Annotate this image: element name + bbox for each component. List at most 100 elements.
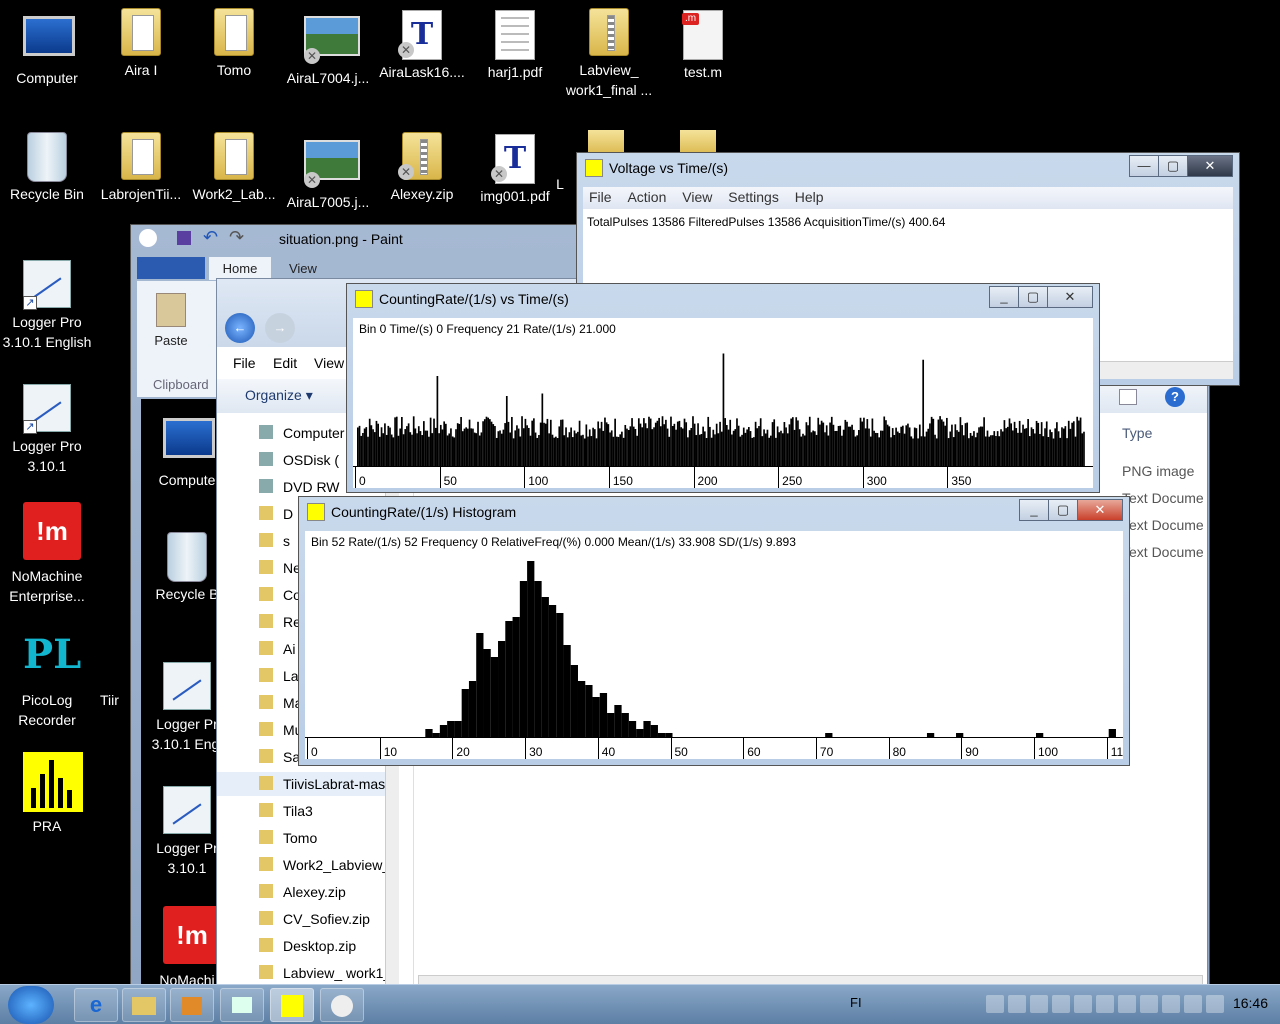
paste-button[interactable]: Paste (151, 293, 191, 348)
taskbar-app[interactable] (220, 988, 264, 1022)
menu-settings[interactable]: Settings (722, 187, 785, 207)
undo-icon[interactable]: ↶ (203, 227, 218, 248)
menu-view[interactable]: View (314, 355, 344, 371)
desktop-icon-work2-lab[interactable]: Work2_Lab... (189, 132, 279, 204)
rate-bar (817, 417, 820, 466)
desktop-icon-recycle-bin[interactable]: Recycle Bin (2, 132, 92, 204)
organize-button[interactable]: Organize ▾ (245, 387, 313, 404)
volume-muted-icon[interactable] (1206, 995, 1224, 1013)
menu-view[interactable]: View (676, 187, 718, 207)
column-header-type[interactable]: Type (1122, 425, 1152, 441)
desktop-icon-logger-pro[interactable]: ↗ Logger Pro 3.10.1 (2, 384, 92, 476)
histogram-bar (621, 713, 629, 737)
rate-bar (932, 418, 935, 466)
tab-view[interactable]: View (275, 257, 331, 280)
desktop-icon-img001[interactable]: T ✕ img001.pdf (470, 134, 560, 206)
desktop-icon-airal7005[interactable]: ✕ AiraL7005.j... (283, 136, 373, 212)
maximize-button[interactable]: ▢ (1048, 499, 1078, 521)
remote-icon[interactable] (1008, 995, 1026, 1013)
taskbar-media[interactable] (170, 988, 214, 1022)
maximize-button[interactable]: ▢ (1158, 155, 1188, 177)
help-icon[interactable]: ? (1165, 387, 1185, 407)
histogram-window[interactable]: CountingRate/(1/s) Histogram _ ▢ ✕ Bin 5… (298, 496, 1130, 766)
redo-icon[interactable]: ↷ (229, 227, 244, 248)
rate-bar (395, 416, 398, 466)
start-button[interactable] (8, 986, 54, 1024)
nav-item[interactable]: Tila3 (217, 799, 385, 823)
desktop-icon-logger-pro-english[interactable]: ↗ Logger Pro 3.10.1 English (2, 260, 92, 352)
security-icon[interactable] (1118, 995, 1136, 1013)
rate-bar (495, 437, 498, 466)
desktop-icon-harj1[interactable]: harj1.pdf (470, 10, 560, 82)
desktop-icon-labview-work1[interactable]: Labview_ work1_final ... (564, 8, 654, 100)
minimize-button[interactable]: — (1129, 155, 1159, 177)
rate-bar (424, 430, 427, 466)
histogram-titlebar[interactable]: CountingRate/(1/s) Histogram _ ▢ ✕ (299, 497, 1129, 527)
sync-x-icon: ✕ (304, 172, 320, 188)
desktop-icon-airalask16[interactable]: T ✕ AiraLask16.... (377, 10, 467, 82)
nav-item[interactable]: TiivisLabrat-maste (217, 772, 385, 796)
rate-titlebar[interactable]: CountingRate/(1/s) vs Time/(s) _ ▢ ✕ (347, 284, 1099, 314)
nav-item[interactable]: Labview_ work1_f (217, 961, 385, 985)
minimize-button[interactable]: _ (1019, 499, 1049, 521)
histogram-plot-area[interactable]: Bin 52 Rate/(1/s) 52 Frequency 0 Relativ… (305, 531, 1123, 759)
taskbar-explorer[interactable] (122, 988, 166, 1022)
rate-plot-area[interactable]: Bin 0 Time/(s) 0 Frequency 21 Rate/(1/s)… (353, 318, 1093, 488)
nav-item[interactable]: Desktop.zip (217, 934, 385, 958)
network-share-icon[interactable] (1030, 995, 1048, 1013)
desktop-icon-tomo[interactable]: Tomo (189, 8, 279, 80)
close-button[interactable]: ✕ (1047, 286, 1093, 308)
flag-icon[interactable] (1162, 995, 1180, 1013)
taskbar-ie[interactable]: e (74, 988, 118, 1022)
desktop-icon-test-m[interactable]: .m test.m (658, 10, 748, 82)
desktop-icon-aira-i[interactable]: Aira I (96, 8, 186, 80)
antivirus-icon[interactable] (1140, 995, 1158, 1013)
tool-icon[interactable] (1052, 995, 1070, 1013)
save-icon[interactable] (177, 231, 191, 245)
language-indicator[interactable]: FI (850, 995, 862, 1010)
keyboard-icon[interactable] (986, 995, 1004, 1013)
histogram-bar (599, 693, 608, 737)
rate-bar (998, 436, 1001, 466)
folder-icon (259, 884, 273, 898)
desktop-icon-labrojentii[interactable]: LabrojenTii... (96, 132, 186, 204)
nav-item[interactable]: CV_Sofiev.zip (217, 907, 385, 931)
taskbar-pra[interactable] (270, 988, 314, 1022)
nav-item[interactable]: Alexey.zip (217, 880, 385, 904)
desktop-icon-alexey-zip[interactable]: ✕ Alexey.zip (377, 132, 467, 204)
menu-edit[interactable]: Edit (273, 355, 297, 371)
minimize-button[interactable]: _ (989, 286, 1019, 308)
network-icon[interactable] (1184, 995, 1202, 1013)
preview-pane-icon[interactable] (1119, 389, 1137, 405)
rate-bar (959, 417, 962, 466)
nav-item[interactable]: Work2_Labview_S (217, 853, 385, 877)
desktop-icon-nomachine[interactable]: !m NoMachine Enterprise... (2, 502, 92, 606)
sync-icon[interactable] (1074, 995, 1092, 1013)
rate-bar (671, 426, 674, 466)
maximize-button[interactable]: ▢ (1018, 286, 1048, 308)
rate-window[interactable]: CountingRate/(1/s) vs Time/(s) _ ▢ ✕ Bin… (346, 283, 1100, 493)
menu-file[interactable]: File (583, 187, 618, 207)
rate-bar (924, 436, 926, 466)
menu-file[interactable]: File (233, 355, 256, 371)
rate-bar (563, 435, 566, 466)
desktop-icon-airal7004[interactable]: ✕ AiraL7004.j... (283, 12, 373, 88)
close-button[interactable]: ✕ (1187, 155, 1233, 177)
menu-help[interactable]: Help (789, 187, 830, 207)
nav-item[interactable]: Tomo (217, 826, 385, 850)
rate-bar (401, 417, 403, 466)
desktop-icon-partial[interactable]: L (540, 174, 580, 194)
clock[interactable]: 16:46 (1233, 995, 1268, 1011)
voltage-titlebar[interactable]: Voltage vs Time/(s) — ▢ ✕ (577, 153, 1239, 183)
desktop-icon-pra[interactable]: PRA (2, 752, 92, 836)
back-button[interactable]: ← (225, 313, 255, 343)
taskbar-paint[interactable] (320, 988, 364, 1022)
paint-menu-button[interactable] (137, 257, 205, 279)
menu-action[interactable]: Action (621, 187, 672, 207)
wifi-icon[interactable] (1096, 995, 1114, 1013)
desktop-icon-computer[interactable]: Computer (2, 12, 92, 88)
forward-button[interactable]: → (265, 313, 295, 343)
desktop-icon-picolog[interactable]: PL PicoLog Recorder (2, 626, 92, 730)
tab-home[interactable]: Home (208, 257, 272, 280)
close-button[interactable]: ✕ (1077, 499, 1123, 521)
